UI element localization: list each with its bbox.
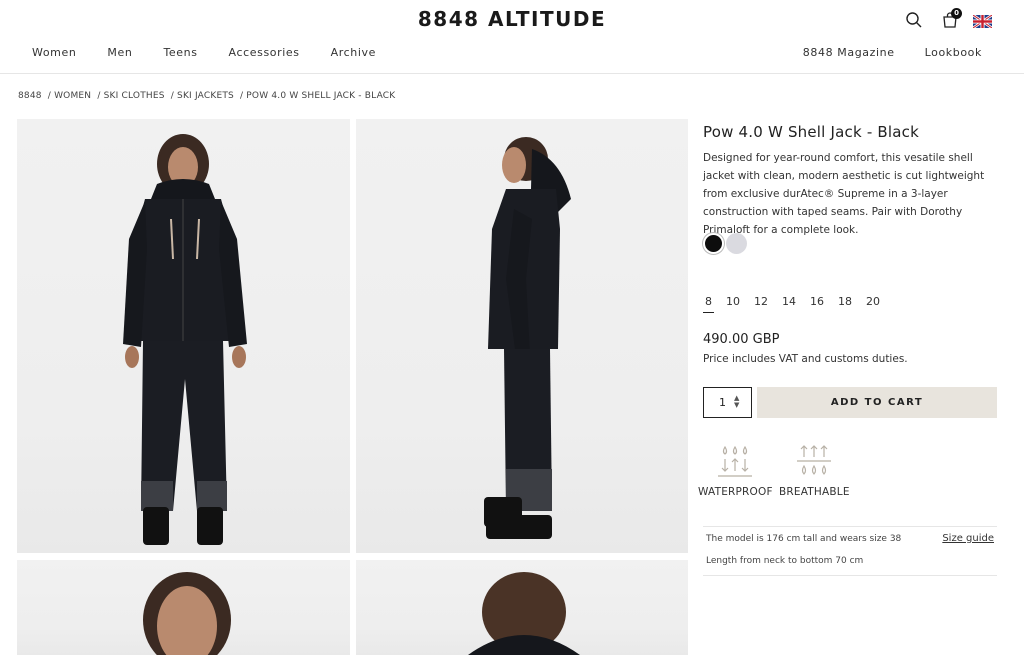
main-nav: Women Men Teens Accessories Archive (32, 46, 407, 59)
nav-accessories[interactable]: Accessories (229, 46, 300, 59)
uk-flag-icon[interactable] (972, 13, 993, 30)
breadcrumb-current: / POW 4.0 W SHELL JACK - BLACK (240, 91, 396, 101)
size-selector: 8 10 12 14 16 18 20 (703, 295, 892, 313)
nav-lookbook[interactable]: Lookbook (925, 46, 982, 59)
breadcrumb-ski-jackets[interactable]: / SKI JACKETS (171, 91, 234, 101)
size-option-12[interactable]: 12 (752, 295, 770, 313)
site-logo[interactable]: 8848 ALTITUDE (0, 7, 1024, 31)
size-option-14[interactable]: 14 (780, 295, 798, 313)
breadcrumb-ski-clothes[interactable]: / SKI CLOTHES (97, 91, 164, 101)
size-option-10[interactable]: 10 (724, 295, 742, 313)
secondary-nav: 8848 Magazine Lookbook (773, 46, 982, 59)
nav-women[interactable]: Women (32, 46, 76, 59)
nav-teens[interactable]: Teens (163, 46, 197, 59)
size-option-8[interactable]: 8 (703, 295, 714, 313)
feature-breathable: BREATHABLE (779, 444, 850, 498)
quantity-value[interactable]: 1 (719, 396, 726, 409)
nav-archive[interactable]: Archive (331, 46, 376, 59)
product-image-detail-face[interactable] (17, 560, 350, 655)
color-swatch-light-grey[interactable] (726, 233, 747, 254)
product-title: Pow 4.0 W Shell Jack - Black (703, 123, 919, 141)
cart-icon[interactable]: 0 (941, 8, 962, 29)
breadcrumb-women[interactable]: / WOMEN (48, 91, 91, 101)
model-info-row: The model is 176 cm tall and wears size … (703, 526, 997, 549)
quantity-stepper[interactable]: 1 ▲ ▼ (703, 387, 752, 418)
breadcrumb-home[interactable]: 8848 (18, 91, 42, 101)
breadcrumb: 8848 / WOMEN / SKI CLOTHES / SKI JACKETS… (18, 91, 398, 101)
product-image-detail-back[interactable] (356, 560, 688, 655)
model-info-text: The model is 176 cm tall and wears size … (706, 534, 902, 544)
product-description: Designed for year-round comfort, this ve… (703, 152, 985, 236)
length-info-row: Length from neck to bottom 70 cm (703, 549, 997, 572)
breathable-icon (797, 445, 832, 475)
length-info-text: Length from neck to bottom 70 cm (706, 556, 864, 566)
breathable-label: BREATHABLE (779, 486, 850, 498)
add-to-cart-button[interactable]: ADD TO CART (757, 387, 997, 418)
waterproof-icon (718, 445, 753, 477)
nav-magazine[interactable]: 8848 Magazine (803, 46, 895, 59)
color-swatch-black[interactable] (703, 233, 724, 254)
product-image-side[interactable] (356, 119, 688, 553)
feature-waterproof: WATERPROOF (698, 444, 773, 498)
quantity-arrows-icon[interactable]: ▲ ▼ (734, 395, 739, 409)
size-guide-link[interactable]: Size guide (942, 533, 994, 544)
size-option-18[interactable]: 18 (836, 295, 854, 313)
nav-men[interactable]: Men (107, 46, 132, 59)
size-option-16[interactable]: 16 (808, 295, 826, 313)
cart-count-badge: 0 (951, 8, 962, 19)
waterproof-label: WATERPROOF (698, 486, 773, 498)
info-divider (703, 575, 997, 576)
search-icon[interactable] (905, 11, 923, 29)
vat-note: Price includes VAT and customs duties. (703, 353, 908, 365)
product-image-front[interactable] (17, 119, 350, 553)
size-option-20[interactable]: 20 (864, 295, 882, 313)
product-price: 490.00 GBP (703, 332, 780, 347)
site-header: 8848 ALTITUDE Women Men Teens Accessorie… (0, 0, 1024, 74)
